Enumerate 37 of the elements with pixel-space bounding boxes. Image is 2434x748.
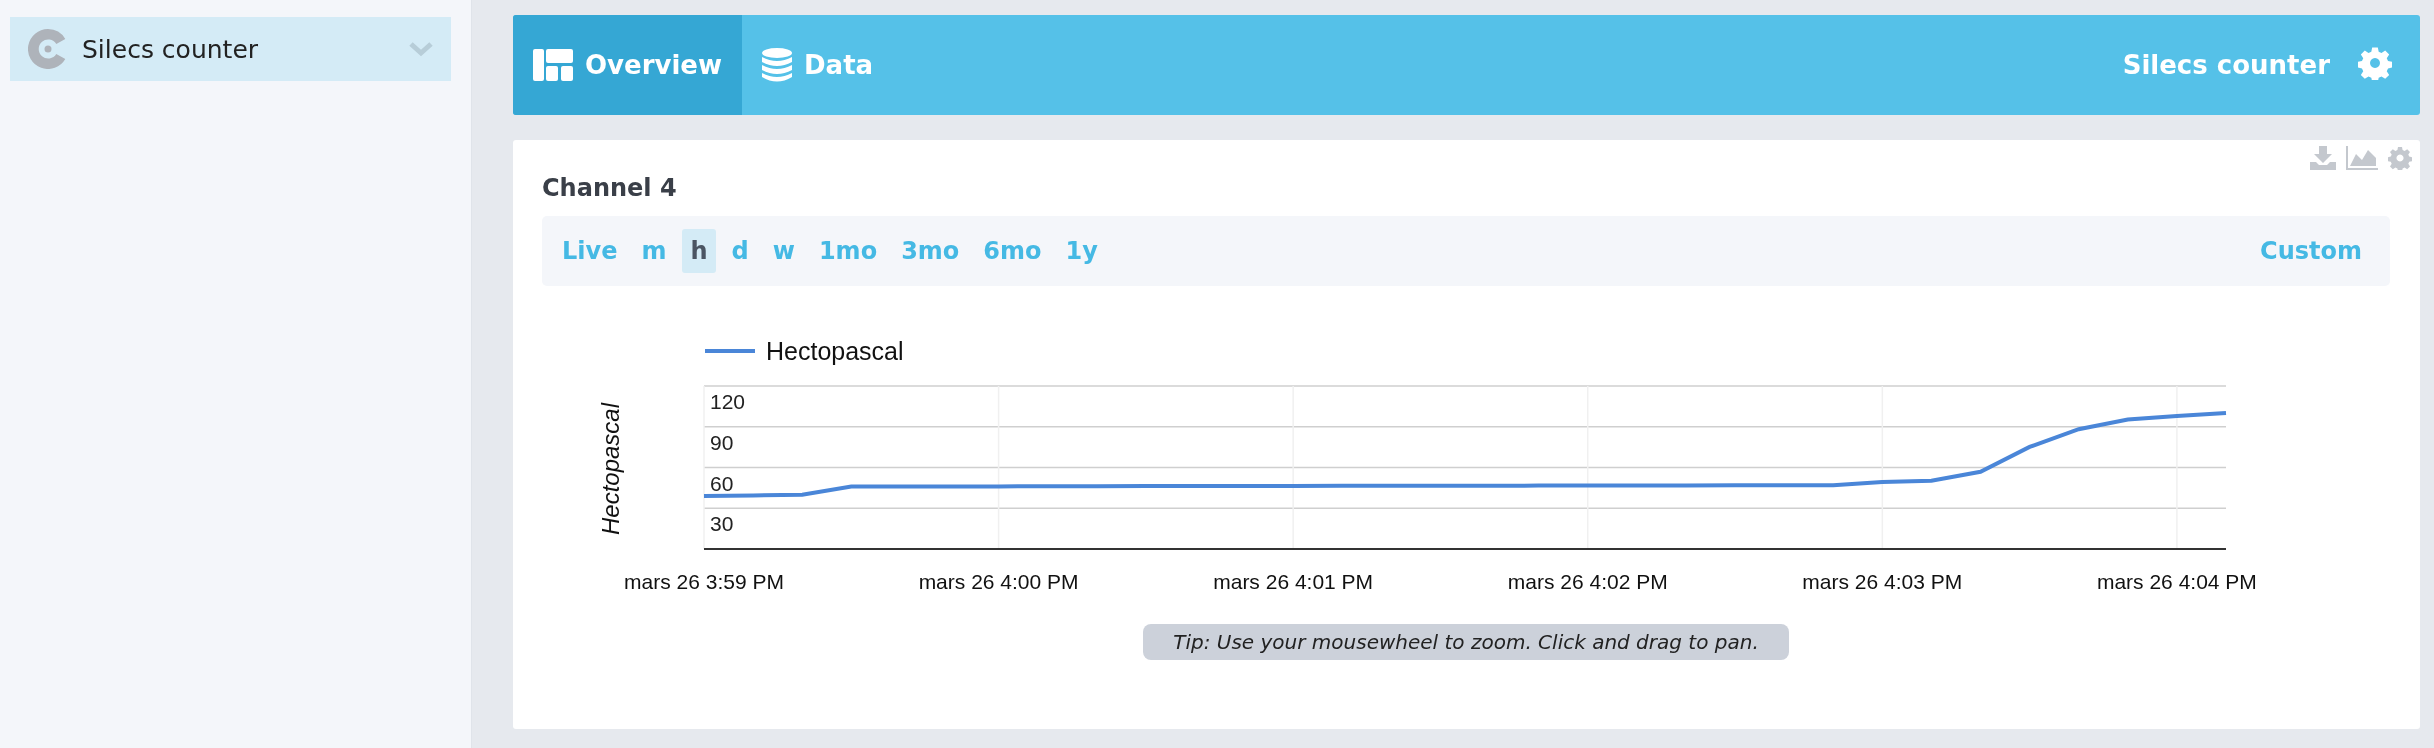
range-button[interactable]: m: [633, 229, 675, 273]
settings-icon[interactable]: [2358, 46, 2392, 80]
chevron-down-icon[interactable]: [409, 41, 433, 57]
range-button[interactable]: w: [764, 229, 803, 273]
dashboard-title: Silecs counter: [2122, 50, 2330, 80]
y-tick-label: 90: [710, 430, 734, 454]
range-button[interactable]: 6mo: [975, 229, 1050, 273]
dashboard-icon: [533, 49, 573, 81]
range-button[interactable]: h: [682, 229, 716, 273]
x-tick-label: mars 26 3:59 PM: [624, 570, 784, 593]
x-tick-label: mars 26 4:03 PM: [1802, 570, 1963, 593]
range-button[interactable]: 1y: [1057, 229, 1106, 273]
widget-title: Channel 4: [542, 174, 678, 202]
y-tick-label: 60: [710, 471, 734, 495]
range-button[interactable]: 3mo: [893, 229, 968, 273]
x-tick-label: mars 26 4:04 PM: [2096, 570, 2257, 593]
settings-icon[interactable]: [2388, 146, 2412, 170]
download-icon[interactable]: [2310, 146, 2336, 170]
database-icon: [762, 48, 793, 82]
area-chart-icon[interactable]: [2346, 146, 2378, 170]
y-tick-label: 120: [710, 390, 746, 413]
x-tick-label: mars 26 4:01 PM: [1213, 570, 1374, 593]
tip-message: Tip: Use your mousewheel to zoom. Click and drag to pan.: [1143, 624, 1789, 660]
x-tick-label: mars 26 4:02 PM: [1507, 570, 1668, 593]
x-tick-label: mars 26 4:00 PM: [918, 570, 1079, 593]
y-axis-label: Hectopascal: [597, 402, 624, 536]
custom-range-button[interactable]: Custom: [2252, 229, 2370, 273]
y-tick-label: 30: [710, 512, 734, 536]
nav-tab[interactable]: Data: [742, 15, 894, 115]
legend-line: [705, 349, 755, 353]
range-button[interactable]: 1mo: [810, 229, 886, 273]
range-button[interactable]: d: [723, 229, 757, 273]
legend-label: Hectopascal: [766, 337, 904, 365]
nav-tab[interactable]: Overview: [513, 15, 743, 115]
logo-icon: [28, 29, 68, 69]
sidebar-item[interactable]: Silecs counter: [10, 17, 451, 81]
range-button[interactable]: Live: [554, 229, 626, 273]
